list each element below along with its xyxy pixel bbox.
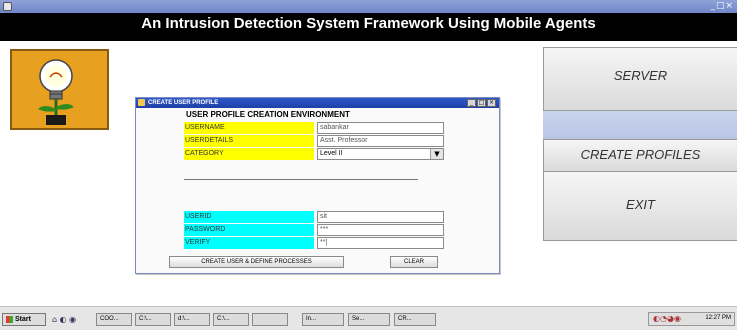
app-header-title: An Intrusion Detection System Framework … xyxy=(0,13,737,41)
clear-button[interactable]: CLEAR xyxy=(390,256,438,268)
main-content: SERVER CREATE PROFILES EXIT CREATE USER … xyxy=(0,41,737,306)
userid-field[interactable]: sit xyxy=(317,211,444,223)
lightbulb-logo xyxy=(10,49,109,130)
maximize-button[interactable]: □ xyxy=(477,99,486,107)
lightbulb-icon xyxy=(38,59,74,125)
dialog-title: CREATE USER PROFILE xyxy=(148,100,219,106)
dialog-titlebar[interactable]: CREATE USER PROFILE _ □ × xyxy=(136,98,499,108)
taskbar-item[interactable] xyxy=(252,313,288,326)
taskbar-item[interactable]: COO... xyxy=(96,313,132,326)
chevron-down-icon[interactable]: ▼ xyxy=(430,149,443,159)
tray-icons[interactable]: ◐◔◕◉ xyxy=(653,314,681,323)
username-label: USERNAME xyxy=(184,122,314,134)
java-cup-icon xyxy=(138,99,145,106)
category-label: CATEGORY xyxy=(184,148,314,160)
userdetails-field[interactable]: Asst. Professor xyxy=(317,135,444,147)
taskbar-item[interactable]: C:\... xyxy=(213,313,249,326)
taskbar-item[interactable]: d:\... xyxy=(174,313,210,326)
window-titlebar: _□× xyxy=(0,0,737,13)
password-field[interactable]: *** xyxy=(317,224,444,236)
dialog-controls: _ □ × xyxy=(467,99,496,107)
section-divider xyxy=(184,179,418,180)
side-divider-strip xyxy=(543,111,737,139)
clock[interactable]: 12:27 PM xyxy=(705,315,731,321)
create-user-button[interactable]: CREATE USER & DEFINE PROCESSES xyxy=(169,256,344,268)
minimize-button[interactable]: _ xyxy=(467,99,476,107)
userid-label: USERID xyxy=(184,211,314,223)
create-user-profile-dialog: CREATE USER PROFILE _ □ × USER PROFILE C… xyxy=(135,97,500,274)
password-label: PASSWORD xyxy=(184,224,314,236)
quick-launch-icons[interactable]: ⌂ ◐ ◉ xyxy=(52,315,76,324)
userdetails-label: USERDETAILS xyxy=(184,135,314,147)
taskbar-item[interactable]: Se... xyxy=(348,313,390,326)
start-button[interactable]: Start xyxy=(2,313,46,326)
server-button[interactable]: SERVER xyxy=(543,47,737,111)
create-profiles-button[interactable]: CREATE PROFILES xyxy=(543,139,737,172)
system-tray: ◐◔◕◉ 12:27 PM xyxy=(648,312,735,326)
username-field[interactable]: sabankar xyxy=(317,122,444,134)
category-select[interactable]: Level II ▼ xyxy=(317,148,444,160)
close-button[interactable]: × xyxy=(487,99,496,107)
environment-heading: USER PROFILE CREATION ENVIRONMENT xyxy=(186,110,350,119)
taskbar: Start ⌂ ◐ ◉ COO... C:\... d:\... C:\... … xyxy=(0,306,737,330)
taskbar-item[interactable]: In... xyxy=(302,313,344,326)
exit-button[interactable]: EXIT xyxy=(543,171,737,241)
java-app-icon[interactable] xyxy=(3,2,12,11)
taskbar-item[interactable]: CR... xyxy=(394,313,436,326)
category-select-value: Level II xyxy=(320,150,343,157)
verify-password-field[interactable]: **| xyxy=(317,237,444,249)
verify-label: VERIFY xyxy=(184,237,314,249)
window-controls[interactable]: _□× xyxy=(710,1,734,11)
taskbar-item[interactable]: C:\... xyxy=(135,313,171,326)
